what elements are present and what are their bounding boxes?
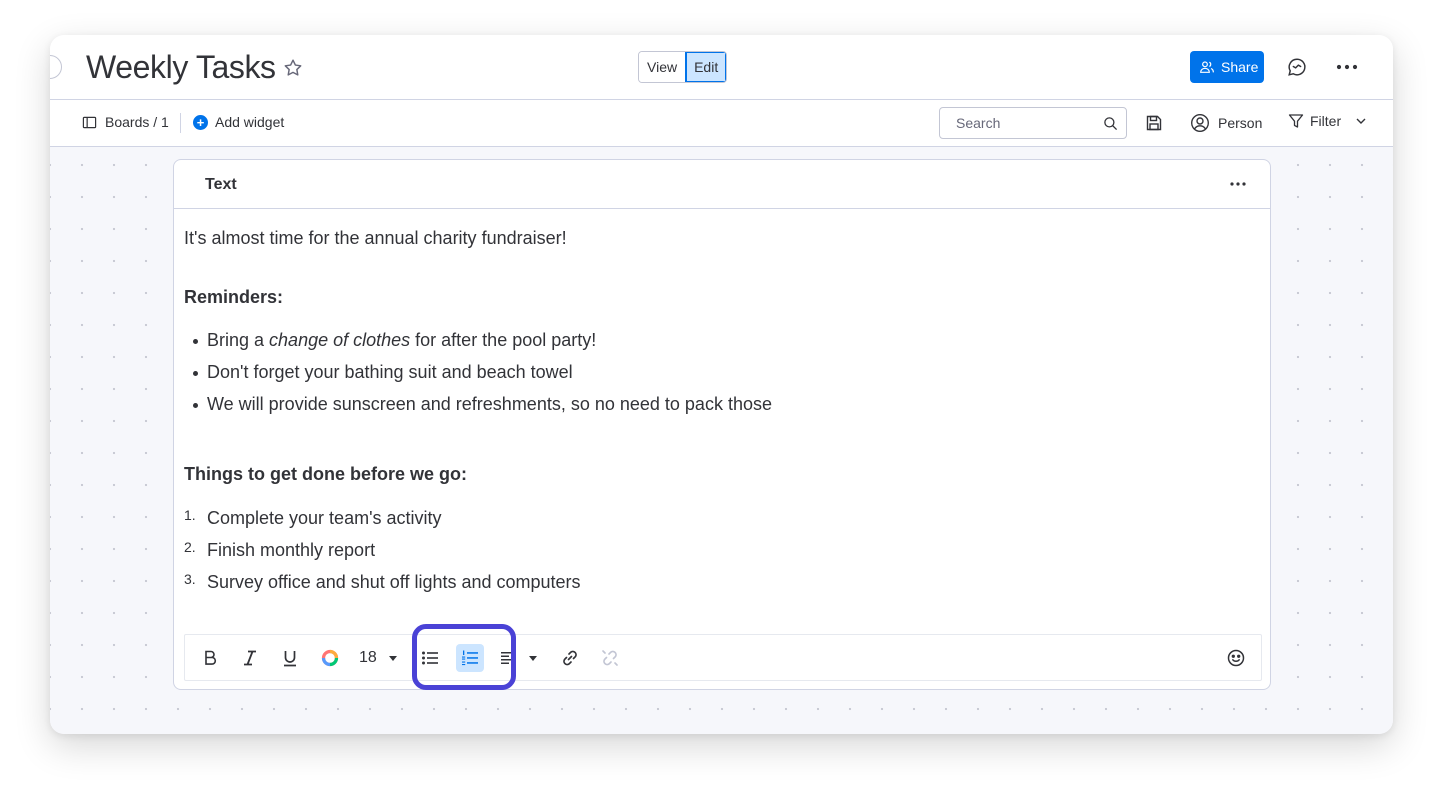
app-window: Weekly Tasks View Edit Share Boards / 1 … (50, 35, 1393, 734)
align-icon (501, 652, 513, 664)
widget-more-icon[interactable] (1228, 174, 1248, 194)
caret-down-icon (529, 655, 537, 661)
link-icon (563, 650, 577, 666)
bullet-list-icon (422, 651, 438, 665)
list-item: 2. Finish monthly report (184, 539, 376, 560)
board-toolbar: Boards / 1 + Add widget Person Filter (50, 100, 1393, 147)
align-select[interactable] (495, 644, 545, 672)
italic-icon (244, 650, 256, 666)
filter-label: Filter (1310, 113, 1342, 129)
italic-button[interactable] (236, 644, 264, 672)
people-icon (1200, 61, 1214, 73)
caret-down-icon (388, 655, 397, 661)
filter-button[interactable]: Filter (1288, 113, 1367, 129)
add-widget-button[interactable]: + Add widget (193, 114, 284, 130)
bold-icon (205, 650, 217, 665)
star-icon[interactable] (282, 57, 304, 79)
numbered-list-button[interactable] (456, 644, 484, 672)
list-item: 3. Survey office and shut off lights and … (184, 571, 581, 592)
reminders-heading: Reminders: (184, 287, 284, 307)
plus-icon: + (193, 114, 208, 130)
text-color-button[interactable] (316, 644, 344, 672)
search-input[interactable] (956, 115, 1096, 131)
widget-title[interactable]: Text (205, 176, 237, 194)
chevron-down-icon[interactable] (1355, 115, 1367, 127)
add-widget-label: Add widget (215, 114, 285, 130)
boards-label: Boards / 1 (105, 114, 169, 130)
bullet-list-button[interactable] (416, 644, 444, 672)
view-button[interactable]: View (639, 52, 686, 82)
unlink-button[interactable] (596, 644, 624, 672)
color-icon (321, 649, 339, 667)
list-item: Don't forget your bathing suit and beach… (184, 360, 772, 392)
board-header: Weekly Tasks View Edit Share (50, 35, 1393, 100)
underline-button[interactable] (276, 644, 304, 672)
person-label: Person (1218, 115, 1263, 131)
filter-icon (1288, 114, 1304, 128)
chat-bubble-icon[interactable] (1286, 56, 1308, 78)
numbered-list-icon (462, 650, 478, 666)
person-icon (1190, 113, 1210, 133)
person-filter-button[interactable]: Person (1190, 113, 1262, 133)
todo-heading: Things to get done before we go: (184, 464, 467, 484)
list-item: We will provide sunscreen and refreshmen… (184, 392, 772, 424)
text-format-toolbar: 18 (184, 624, 1262, 690)
bold-button[interactable] (196, 644, 224, 672)
share-label: Share (1221, 59, 1259, 75)
font-size-value: 18 (359, 649, 377, 666)
link-button[interactable] (556, 644, 584, 672)
underline-icon (284, 651, 296, 667)
unlink-icon (602, 650, 618, 666)
more-options-icon[interactable] (1335, 56, 1359, 78)
board-layout-icon (82, 116, 97, 128)
edit-button[interactable]: Edit (685, 52, 727, 82)
collapse-sidebar-button[interactable] (50, 55, 62, 79)
view-edit-toggle: View Edit (638, 51, 728, 83)
list-item: Bring a change of clothes for after the … (184, 328, 772, 360)
toolbar-divider (180, 113, 181, 133)
search-box (939, 107, 1127, 139)
emoji-icon (1227, 649, 1245, 667)
boards-link[interactable]: Boards / 1 (82, 114, 169, 130)
board-title[interactable]: Weekly Tasks (86, 49, 276, 86)
emoji-button[interactable] (1222, 644, 1250, 672)
intro-text: It's almost time for the annual charity … (184, 228, 567, 248)
reminders-list: Bring a change of clothes for after the … (184, 328, 772, 424)
todo-list: 1. Complete your team's activity 2. Finish… (184, 506, 581, 602)
font-size-select[interactable]: 18 (353, 644, 401, 672)
search-icon[interactable] (1103, 116, 1118, 131)
widget-header: Text (174, 160, 1270, 209)
share-button[interactable]: Share (1190, 51, 1264, 83)
save-icon[interactable] (1145, 114, 1163, 132)
text-widget: Text It's almost time for the annual cha… (173, 159, 1271, 690)
list-item: 1. Complete your team's activity (184, 507, 442, 528)
